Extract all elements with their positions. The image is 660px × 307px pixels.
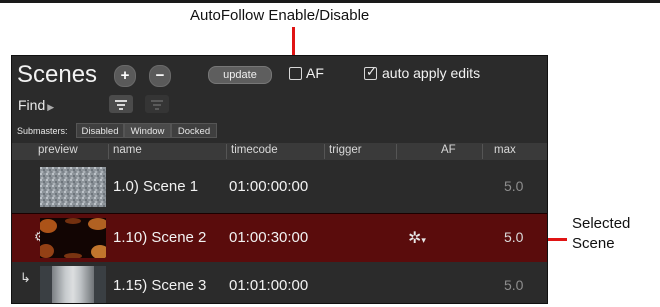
submaster-disabled[interactable]: Disabled [76, 123, 124, 138]
scene-name: 1.0) Scene 1 [113, 178, 199, 195]
auto-apply-label: auto apply edits [382, 65, 481, 81]
scene-max: 5.0 [504, 277, 524, 293]
child-scene-arrow-icon: ↳ [20, 270, 31, 285]
panel-title: Scenes [17, 61, 98, 88]
af-checkbox[interactable] [289, 67, 302, 80]
selected-scene-callout: Selected Scene [572, 214, 630, 254]
col-timecode[interactable]: timecode [231, 144, 278, 156]
filter-button[interactable] [109, 95, 133, 113]
table-row[interactable]: ↳ 1.15) Scene 3 01:01:00:00 5.0 [12, 262, 547, 303]
col-trigger[interactable]: trigger [329, 144, 362, 156]
scene-timecode: 01:00:30:00 [229, 229, 309, 246]
filter-disabled-button[interactable] [145, 95, 169, 113]
scene-name: 1.10) Scene 2 [113, 229, 207, 246]
table-row[interactable]: 1.0) Scene 1 01:00:00:00 5.0 [12, 163, 547, 211]
scene-name: 1.15) Scene 3 [113, 277, 207, 294]
selected-callout-line1: Selected [572, 215, 631, 232]
find-toggle[interactable]: Find ▶ [18, 97, 54, 113]
table-row-selected[interactable]: ⚙ 1.10) Scene 2 01:00:30:00 ✲▾ 5.0 [12, 213, 547, 263]
scene-preview-thumbnail [40, 266, 106, 303]
col-divider [396, 144, 397, 159]
add-scene-button[interactable]: + [114, 65, 136, 87]
col-preview[interactable]: preview [38, 144, 78, 156]
scene-preview-thumbnail [40, 218, 106, 258]
af-checkbox-label: AF [306, 65, 324, 81]
col-divider [226, 144, 227, 159]
col-divider [108, 144, 109, 159]
disclosure-triangle-icon: ▶ [47, 102, 55, 112]
update-button[interactable]: update [208, 66, 272, 84]
scene-timecode: 01:01:00:00 [229, 277, 309, 294]
selected-callout-line2: Scene [572, 235, 615, 252]
col-divider [324, 144, 325, 159]
col-name[interactable]: name [113, 144, 142, 156]
col-af[interactable]: AF [441, 144, 456, 156]
scene-max: 5.0 [504, 178, 524, 194]
scene-timecode: 01:00:00:00 [229, 178, 309, 195]
scenes-titlebar: Scenes + − update AF ✓ auto apply edits [12, 56, 547, 92]
scene-preview-thumbnail [40, 167, 106, 207]
minus-circle-icon: − [155, 67, 165, 84]
submaster-docked[interactable]: Docked [171, 123, 217, 138]
scene-max: 5.0 [504, 229, 524, 245]
top-rule [0, 0, 660, 3]
gear-icon[interactable]: ✲▾ [408, 228, 426, 248]
checkmark-icon: ✓ [366, 64, 377, 79]
auto-apply-checkbox[interactable]: ✓ [364, 64, 377, 80]
submaster-window[interactable]: Window [124, 123, 171, 138]
submasters-label: Submasters: [17, 126, 68, 136]
scenes-panel: Scenes + − update AF ✓ auto apply edits … [11, 55, 548, 304]
table-header: preview name timecode trigger AF max [12, 143, 547, 160]
col-max[interactable]: max [494, 144, 516, 156]
col-divider [482, 144, 483, 159]
plus-circle-icon: + [120, 67, 130, 84]
find-label: Find [18, 97, 46, 113]
remove-scene-button[interactable]: − [149, 65, 171, 87]
autofollow-callout: AutoFollow Enable/Disable [190, 7, 370, 24]
